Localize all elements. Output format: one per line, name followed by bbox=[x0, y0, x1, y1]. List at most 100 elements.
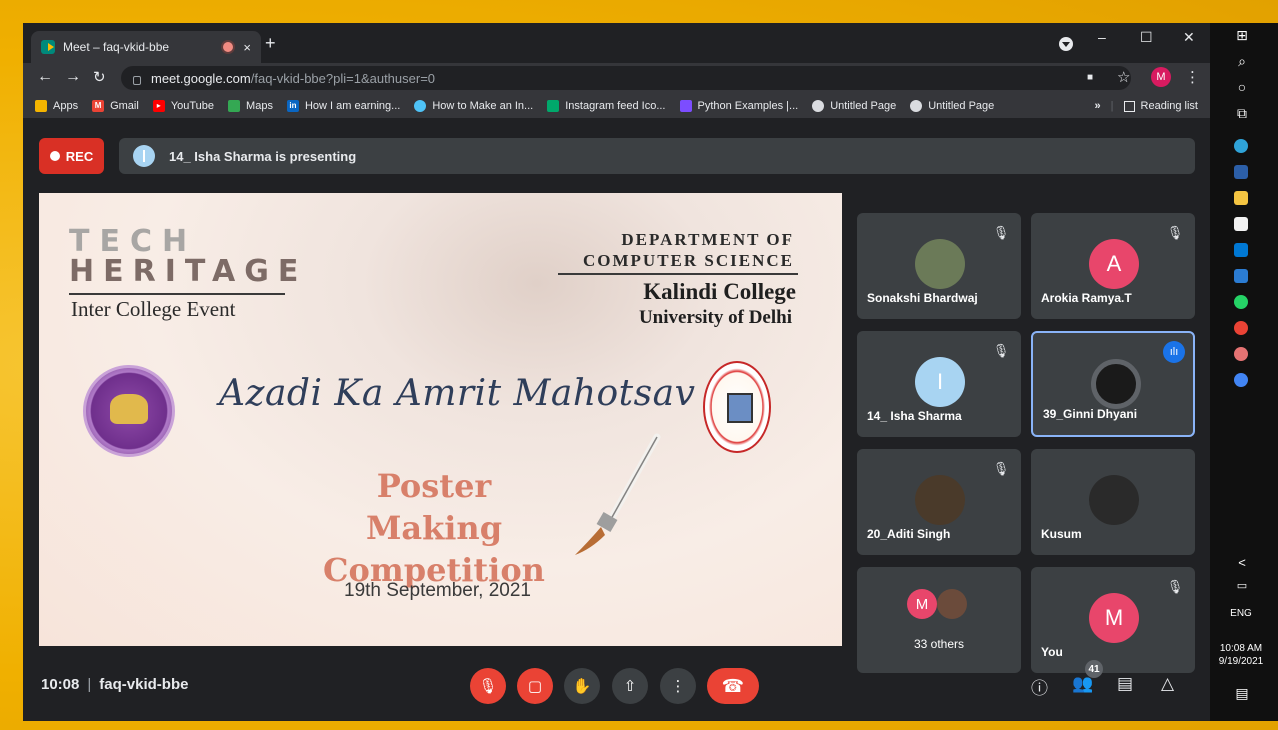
task-view-icon[interactable]: ⧉ bbox=[1232, 105, 1252, 122]
participant-tile[interactable]: 🎙 Sonakshi Bhardwaj bbox=[857, 213, 1021, 319]
reload-icon[interactable]: ↻ bbox=[93, 68, 106, 86]
store-icon[interactable] bbox=[1234, 217, 1248, 231]
profile-avatar[interactable]: M bbox=[1151, 67, 1171, 87]
kalindi-college-seal-icon bbox=[703, 361, 771, 453]
leave-call-button[interactable]: ☎ bbox=[707, 668, 759, 704]
recording-indicator-icon bbox=[223, 42, 234, 52]
avatar bbox=[915, 239, 965, 289]
raise-hand-button[interactable]: ✋ bbox=[564, 668, 600, 704]
battery-network-icon[interactable]: ▭ bbox=[1232, 579, 1252, 592]
bookmark-untitled-1[interactable]: Untitled Page bbox=[812, 99, 896, 112]
bookmark-youtube[interactable]: ▸ YouTube bbox=[152, 99, 214, 112]
bookmark-star-icon[interactable]: ☆ bbox=[1117, 68, 1130, 86]
app-icon[interactable] bbox=[1234, 165, 1248, 179]
more-options-button[interactable]: ⋮ bbox=[660, 668, 696, 704]
show-hidden-icons-chevron[interactable]: < bbox=[1232, 555, 1252, 570]
vscode-icon[interactable] bbox=[1234, 269, 1248, 283]
slide-divider bbox=[558, 273, 798, 275]
meeting-details-icon[interactable]: ⓘ bbox=[1031, 674, 1048, 699]
participant-tile[interactable]: 🎙 I 14_ Isha Sharma bbox=[857, 331, 1021, 437]
slide-heritage-title: HERITAGE bbox=[69, 254, 308, 289]
mic-off-icon: 🎙 bbox=[992, 461, 1010, 476]
presentation-slide: TECH HERITAGE Inter College Event DEPART… bbox=[39, 193, 842, 646]
mic-off-icon: 🎙 bbox=[992, 225, 1010, 240]
tab-strip: Meet – faq-vkid-bbe × + – ☐ ✕ bbox=[23, 23, 1210, 63]
windows-start-icon[interactable]: ⊞ bbox=[1232, 27, 1252, 44]
avatar: M bbox=[1089, 593, 1139, 643]
taskbar-time[interactable]: 10:08 AM bbox=[1210, 643, 1272, 654]
bookmark-make-an-in[interactable]: How to Make an In... bbox=[414, 99, 533, 112]
camera-permission-icon[interactable]: ■ bbox=[1087, 72, 1093, 83]
address-bar[interactable]: meet.google.com /faq-vkid-bbe?pli=1&auth… bbox=[121, 66, 1131, 90]
search-icon[interactable]: ⌕ bbox=[1232, 53, 1252, 70]
bookmark-untitled-2[interactable]: Untitled Page bbox=[910, 99, 994, 112]
mic-off-icon: 🎙 bbox=[1166, 225, 1184, 240]
avatar: A bbox=[1089, 239, 1139, 289]
bookmark-apps[interactable]: Apps bbox=[35, 99, 78, 112]
slide-department: DEPARTMENT OF COMPUTER SCIENCE bbox=[583, 230, 794, 270]
participant-tile[interactable]: 🎙 20_Aditi Singh bbox=[857, 449, 1021, 555]
menu-kebab-icon[interactable]: ⋮ bbox=[1185, 68, 1200, 86]
gmail-icon: M bbox=[92, 99, 105, 112]
bookmark-linkedin[interactable]: in How I am earning... bbox=[286, 99, 400, 112]
cortana-icon[interactable]: ○ bbox=[1232, 79, 1252, 95]
browser-window: Meet – faq-vkid-bbe × + – ☐ ✕ ← → ↻ meet… bbox=[23, 23, 1210, 721]
back-arrow-icon[interactable]: ← bbox=[37, 68, 53, 86]
apps-grid-icon bbox=[35, 99, 47, 112]
camera-off-button[interactable]: ▢ bbox=[517, 668, 553, 704]
presenting-text: 14_ Isha Sharma is presenting bbox=[169, 148, 357, 164]
participant-tile-active-speaker[interactable]: ılı 39_Ginni Dhyani bbox=[1031, 331, 1195, 437]
bookmark-python-examples[interactable]: Python Examples |... bbox=[679, 99, 798, 112]
mic-off-button[interactable]: 🎙 bbox=[470, 668, 506, 704]
browser-toolbar: ← → ↻ meet.google.com /faq-vkid-bbe?pli=… bbox=[23, 63, 1210, 93]
record-dot-icon bbox=[49, 151, 60, 161]
others-tile[interactable]: M 33 others bbox=[857, 567, 1021, 673]
slide-headline: Azadi Ka Amrit Mahotsav bbox=[219, 373, 696, 414]
participant-tile[interactable]: 🎙 A Arokia Ramya.T bbox=[1031, 213, 1195, 319]
reading-list-button[interactable]: Reading list bbox=[1141, 100, 1198, 112]
windows-taskbar: ⊞ ⌕ ○ ⧉ < ▭ ENG 10:08 AM 9/19/2021 ▤ bbox=[1210, 23, 1278, 721]
bookmark-instagram-feed[interactable]: Instagram feed Ico... bbox=[547, 99, 666, 112]
site-icon bbox=[547, 99, 560, 112]
bookmark-gmail[interactable]: M Gmail bbox=[92, 99, 139, 112]
slide-university: University of Delhi bbox=[638, 307, 792, 328]
new-tab-button[interactable]: + bbox=[265, 33, 276, 54]
activities-icon[interactable]: △ bbox=[1161, 674, 1174, 694]
bookmarks-divider: | bbox=[1110, 100, 1114, 112]
mail-icon[interactable] bbox=[1234, 243, 1248, 257]
close-window-button[interactable]: ✕ bbox=[1183, 29, 1195, 46]
participant-tile[interactable]: Kusum bbox=[1031, 449, 1195, 555]
taskbar-date[interactable]: 9/19/2021 bbox=[1210, 656, 1272, 667]
minimize-button[interactable]: – bbox=[1098, 29, 1106, 45]
forward-arrow-icon[interactable]: → bbox=[65, 68, 81, 86]
bookmarks-bar: Apps M Gmail ▸ YouTube Maps in How I am ear… bbox=[23, 93, 1210, 119]
slide-college: Kalindi College bbox=[643, 279, 796, 304]
university-of-delhi-seal-icon bbox=[83, 365, 175, 457]
present-screen-button[interactable]: ⇧ bbox=[612, 668, 648, 704]
tab-search-icon[interactable] bbox=[1059, 37, 1073, 51]
bookmark-maps[interactable]: Maps bbox=[228, 99, 273, 112]
self-tile[interactable]: 🎙 M You bbox=[1031, 567, 1195, 673]
notifications-icon[interactable]: ▤ bbox=[1232, 685, 1252, 702]
chrome-icon[interactable] bbox=[1234, 373, 1248, 387]
language-indicator[interactable]: ENG bbox=[1210, 608, 1272, 619]
whatsapp-icon[interactable] bbox=[1234, 295, 1248, 309]
maximize-button[interactable]: ☐ bbox=[1140, 29, 1153, 46]
recording-badge[interactable]: REC bbox=[39, 138, 104, 174]
chrome-icon[interactable] bbox=[1234, 321, 1248, 335]
slide-divider bbox=[69, 293, 285, 295]
meet-area: REC 14_ Isha Sharma is presenting TECH H… bbox=[23, 120, 1210, 721]
url-path: /faq-vkid-bbe?pli=1&authuser=0 bbox=[250, 70, 436, 86]
presenting-banner: 14_ Isha Sharma is presenting bbox=[119, 138, 1195, 174]
mic-off-icon: 🎙 bbox=[992, 343, 1010, 358]
tab-close-icon[interactable]: × bbox=[243, 40, 251, 55]
chat-icon[interactable]: ▤ bbox=[1117, 674, 1133, 694]
more-bookmarks-button[interactable]: » bbox=[1095, 100, 1101, 112]
python-icon bbox=[679, 99, 692, 112]
meet-controls-bar: 10:08 | faq-vkid-bbe 🎙 ▢ ✋ ⇧ ⋮ ☎ ⓘ 👥 41 ▤ … bbox=[23, 660, 1210, 721]
edge-icon[interactable] bbox=[1234, 139, 1248, 153]
file-explorer-icon[interactable] bbox=[1234, 191, 1248, 205]
site-icon bbox=[414, 99, 427, 112]
tab-meet[interactable]: Meet – faq-vkid-bbe × bbox=[31, 31, 261, 63]
app-icon[interactable] bbox=[1234, 347, 1248, 361]
